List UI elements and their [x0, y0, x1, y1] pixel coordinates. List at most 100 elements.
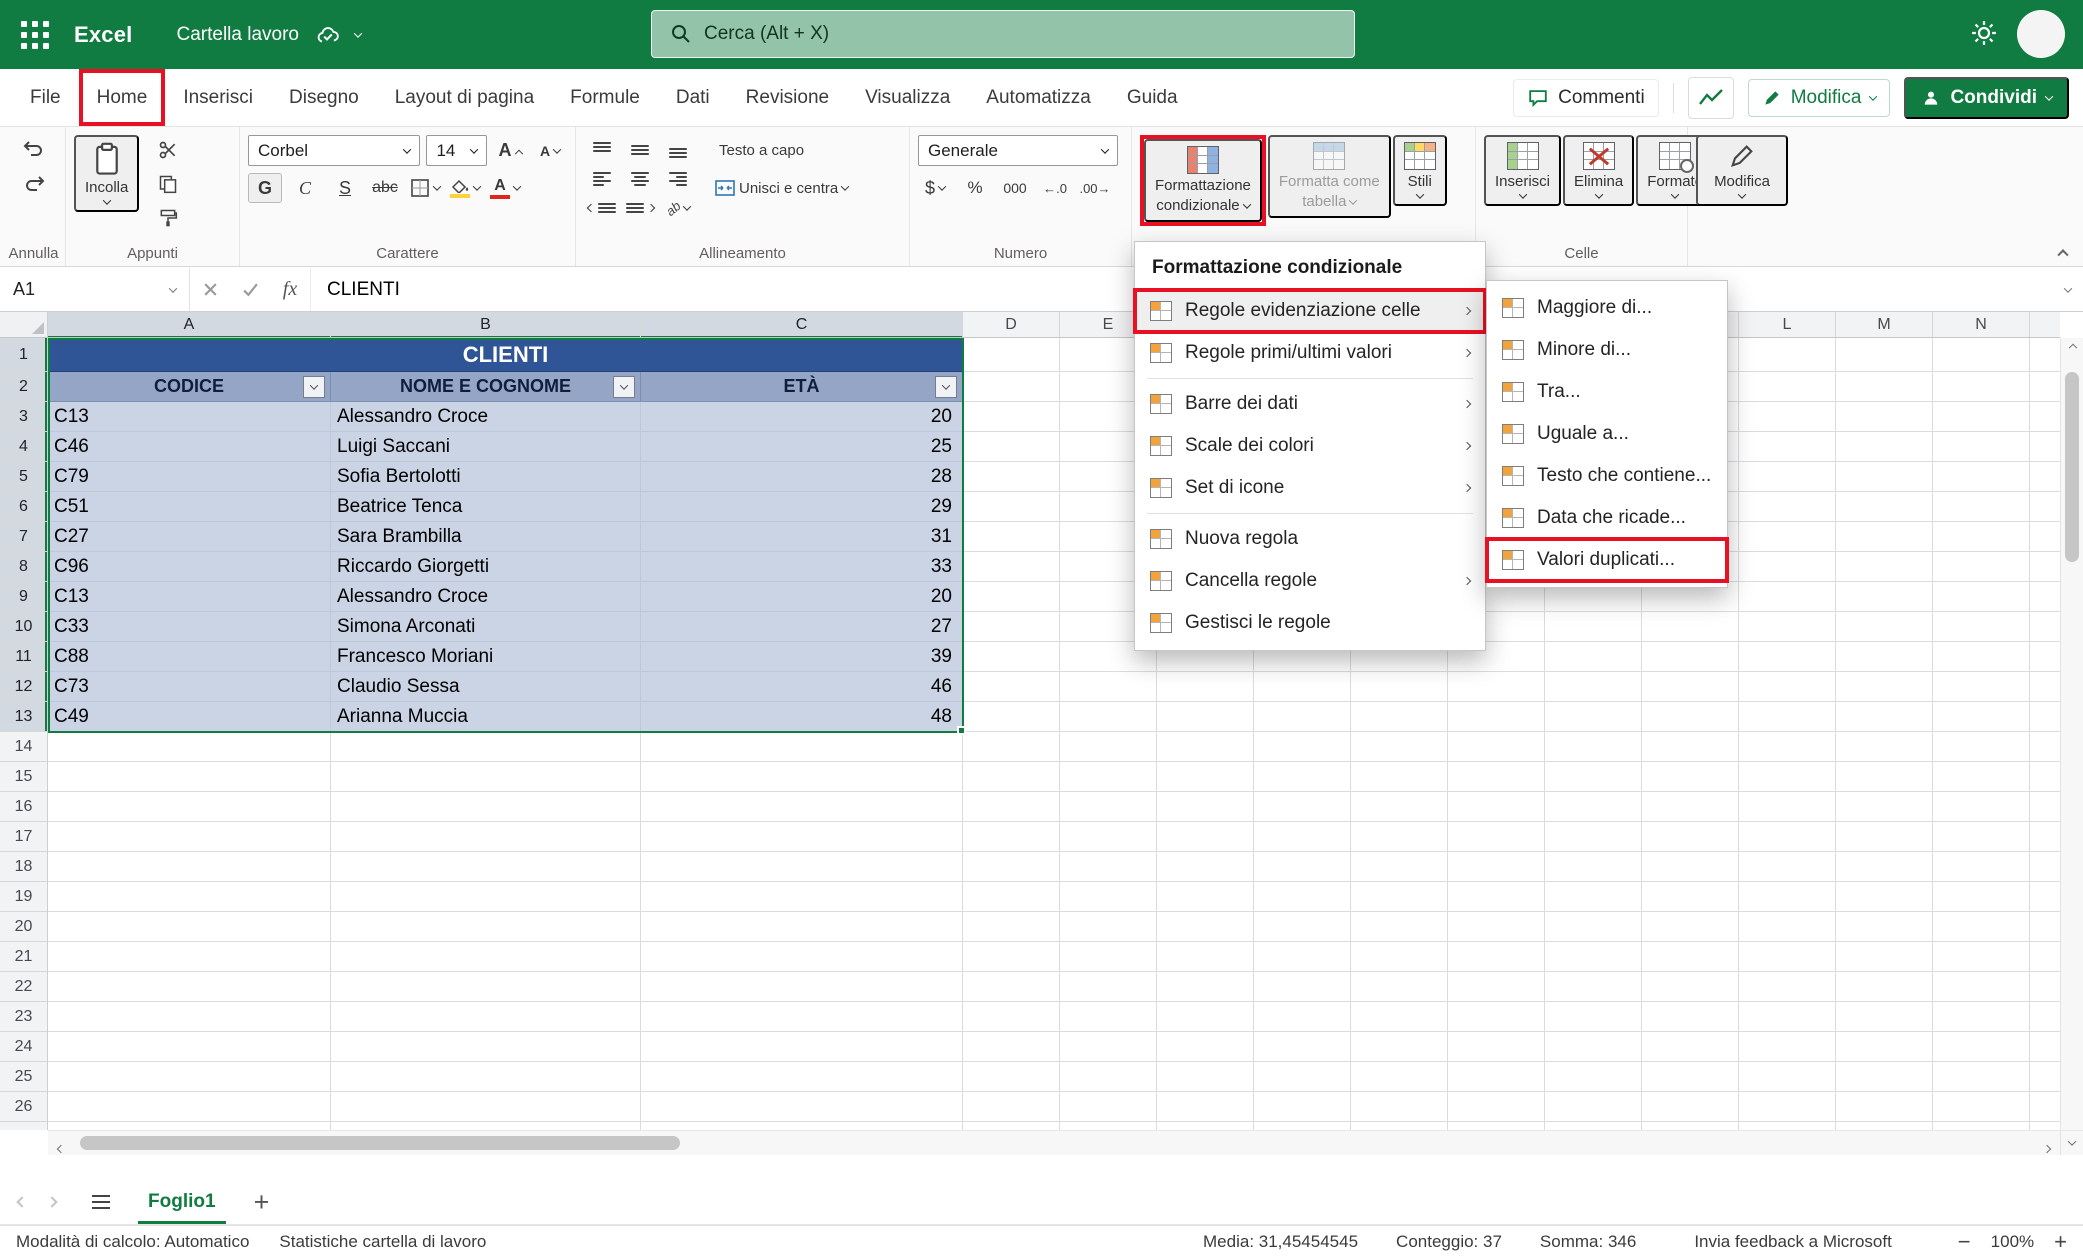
menu-item-regole-primi-ultimi-valori[interactable]: Regole primi/ultimi valori: [1135, 332, 1485, 374]
cell[interactable]: 39: [641, 642, 963, 672]
currency-format-button[interactable]: $: [918, 173, 952, 203]
align-center-button[interactable]: [622, 164, 658, 194]
row-header-17[interactable]: 17: [0, 822, 47, 852]
all-sheets-menu-icon[interactable]: [92, 1195, 110, 1209]
workbook-chevron-icon[interactable]: [354, 29, 362, 37]
cell[interactable]: C51: [48, 492, 331, 522]
add-sheet-button[interactable]: +: [254, 1189, 270, 1216]
cut-button[interactable]: [151, 135, 185, 165]
vertical-scrollbar[interactable]: [2060, 338, 2083, 1130]
editing-mode-button[interactable]: Modifica: [1748, 79, 1891, 117]
wrap-text-button[interactable]: Testo a capo: [708, 135, 855, 165]
editing-button[interactable]: Modifica: [1696, 135, 1788, 206]
filter-button[interactable]: [613, 376, 635, 398]
submenu-item-tra[interactable]: Tra...: [1487, 371, 1727, 413]
cell[interactable]: C96: [48, 552, 331, 582]
next-sheet-icon[interactable]: [46, 1196, 57, 1207]
scroll-left-icon[interactable]: [57, 1145, 65, 1153]
orientation-button[interactable]: ab: [660, 193, 696, 223]
underline-button[interactable]: S: [328, 173, 362, 203]
share-button[interactable]: Condividi: [1904, 77, 2069, 119]
tab-home[interactable]: Home: [79, 69, 166, 126]
cell[interactable]: C13: [48, 402, 331, 432]
save-status-cloud-icon[interactable]: [315, 24, 341, 46]
thousands-format-button[interactable]: 000: [998, 173, 1032, 203]
tab-visualizza[interactable]: Visualizza: [847, 69, 968, 126]
tab-guida[interactable]: Guida: [1109, 69, 1196, 126]
delete-cells-button[interactable]: Elimina: [1563, 135, 1634, 206]
search-box[interactable]: Cerca (Alt + X): [651, 10, 1355, 58]
table-header-nome-e-cognome[interactable]: NOME E COGNOME: [331, 372, 641, 402]
sheet-tab-foglio1[interactable]: Foglio1: [132, 1180, 232, 1224]
row-header-3[interactable]: 3: [0, 402, 47, 432]
zoom-out-icon[interactable]: −: [1958, 1231, 1971, 1253]
comments-button[interactable]: Commenti: [1513, 79, 1659, 117]
cell[interactable]: Francesco Moriani: [331, 642, 641, 672]
row-header-26[interactable]: 26: [0, 1092, 47, 1122]
decrease-decimal-button[interactable]: ←.0: [1038, 173, 1072, 203]
conditional-formatting-button[interactable]: Formattazione condizionale: [1144, 139, 1262, 222]
cell[interactable]: C79: [48, 462, 331, 492]
fill-handle[interactable]: [957, 726, 966, 735]
status-item-statistiche-cartella-di-lavoro[interactable]: Statistiche cartella di lavoro: [279, 1232, 486, 1252]
row-header-4[interactable]: 4: [0, 432, 47, 462]
row-header-6[interactable]: 6: [0, 492, 47, 522]
row-header-8[interactable]: 8: [0, 552, 47, 582]
cell[interactable]: C88: [48, 642, 331, 672]
row-header-15[interactable]: 15: [0, 762, 47, 792]
collapse-ribbon-icon[interactable]: [2057, 249, 2068, 260]
merge-center-button[interactable]: Unisci e centra: [708, 173, 855, 203]
row-header-16[interactable]: 16: [0, 792, 47, 822]
scroll-up-icon[interactable]: [2068, 344, 2076, 352]
insert-function-icon[interactable]: fx: [270, 268, 310, 311]
table-title-cell[interactable]: CLIENTI: [48, 338, 963, 372]
submenu-item-testo-che-contiene[interactable]: Testo che contiene...: [1487, 455, 1727, 497]
format-as-table-button[interactable]: Formatta come tabella: [1268, 135, 1391, 218]
row-header-21[interactable]: 21: [0, 942, 47, 972]
row-header-18[interactable]: 18: [0, 852, 47, 882]
column-header-B[interactable]: B: [331, 312, 641, 338]
cell[interactable]: Beatrice Tenca: [331, 492, 641, 522]
row-header-14[interactable]: 14: [0, 732, 47, 762]
row-header-25[interactable]: 25: [0, 1062, 47, 1092]
app-launcher-icon[interactable]: [12, 12, 58, 58]
cell[interactable]: C49: [48, 702, 331, 732]
status-item-media[interactable]: Media: 31,45454545: [1203, 1232, 1358, 1252]
increase-indent-button[interactable]: [622, 193, 658, 223]
horizontal-scrollbar[interactable]: [48, 1130, 2060, 1155]
cell[interactable]: 48: [641, 702, 963, 732]
borders-button[interactable]: [408, 173, 442, 203]
row-header-7[interactable]: 7: [0, 522, 47, 552]
status-item-modalit-di-calcolo[interactable]: Modalità di calcolo: Automatico: [16, 1232, 249, 1252]
row-header-23[interactable]: 23: [0, 1002, 47, 1032]
cell[interactable]: Arianna Muccia: [331, 702, 641, 732]
cell[interactable]: C46: [48, 432, 331, 462]
cell[interactable]: C73: [48, 672, 331, 702]
cell[interactable]: Sara Brambilla: [331, 522, 641, 552]
grow-font-button[interactable]: A: [493, 136, 527, 166]
horizontal-scroll-thumb[interactable]: [80, 1136, 680, 1150]
row-header-27[interactable]: 27: [0, 1122, 47, 1130]
row-header-22[interactable]: 22: [0, 972, 47, 1002]
row-header-5[interactable]: 5: [0, 462, 47, 492]
cell[interactable]: 33: [641, 552, 963, 582]
column-header-L[interactable]: L: [1739, 312, 1836, 338]
submenu-item-valori-duplicati[interactable]: Valori duplicati...: [1487, 539, 1727, 581]
menu-item-barre-dei-dati[interactable]: Barre dei dati: [1135, 383, 1485, 425]
row-header-20[interactable]: 20: [0, 912, 47, 942]
row-header-19[interactable]: 19: [0, 882, 47, 912]
confirm-entry-icon[interactable]: [230, 268, 270, 311]
row-header-9[interactable]: 9: [0, 582, 47, 612]
tab-disegno[interactable]: Disegno: [271, 69, 377, 126]
tab-revisione[interactable]: Revisione: [728, 69, 847, 126]
settings-gear-icon[interactable]: [1969, 18, 1999, 53]
cell[interactable]: Alessandro Croce: [331, 402, 641, 432]
redo-button[interactable]: [17, 170, 51, 200]
number-format-combo[interactable]: Generale: [918, 135, 1118, 166]
status-item-conteggio[interactable]: Conteggio: 37: [1396, 1232, 1502, 1252]
row-header-10[interactable]: 10: [0, 612, 47, 642]
submenu-item-uguale-a[interactable]: Uguale a...: [1487, 413, 1727, 455]
cell-styles-button[interactable]: Stili: [1393, 135, 1447, 206]
name-box[interactable]: A1: [0, 268, 190, 311]
submenu-item-maggiore-di[interactable]: Maggiore di...: [1487, 287, 1727, 329]
